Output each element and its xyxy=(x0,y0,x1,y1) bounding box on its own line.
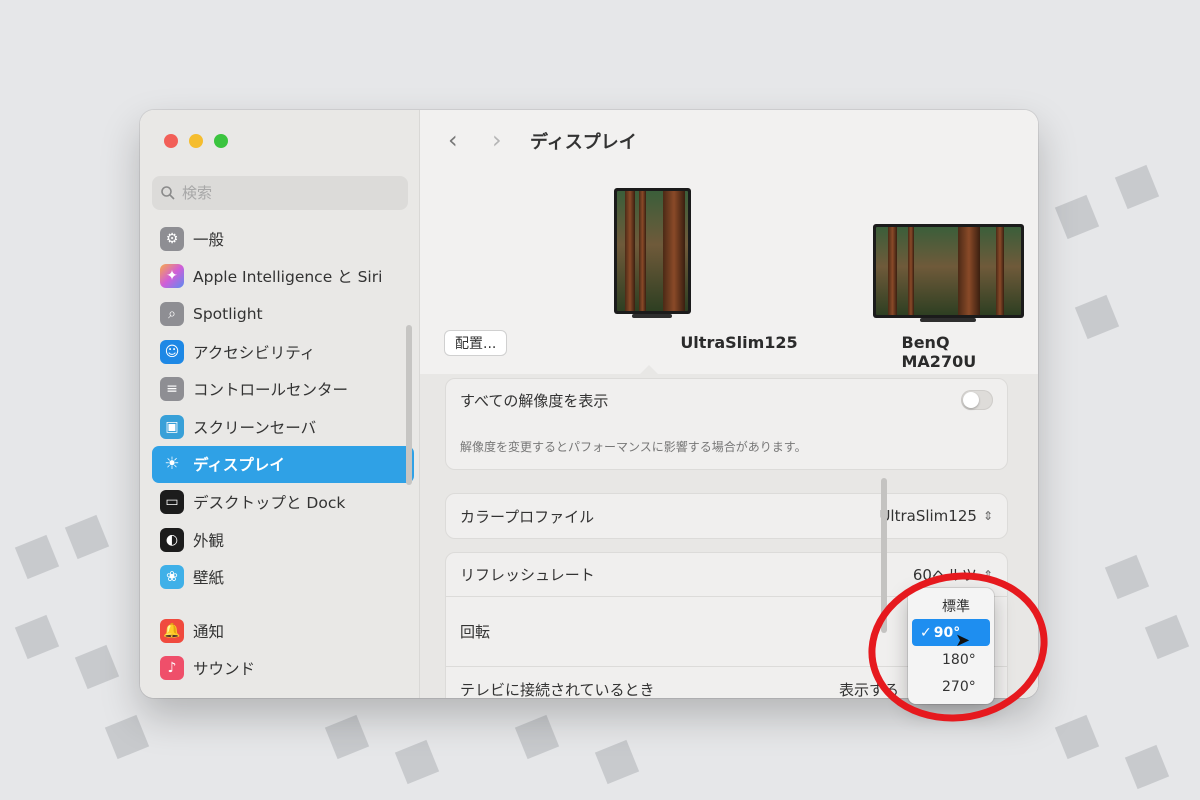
select-value: UltraSlim125 xyxy=(879,507,977,525)
sidebar-item-label: コントロールセンター xyxy=(193,381,349,400)
toolbar: ‹ › ディスプレイ xyxy=(420,110,1038,170)
row-label: すべての解像度を表示 xyxy=(460,391,609,410)
sidebar-item-label: Apple Intelligence と Siri xyxy=(193,268,383,287)
color-profile-group: カラープロファイル UltraSlim125 ⇕ xyxy=(445,493,1008,539)
toggles-icon: ≡ xyxy=(160,377,184,402)
row-label: 回転 xyxy=(460,623,491,641)
monitor-label: UltraSlim125 xyxy=(680,333,798,352)
wallpaper-preview xyxy=(876,227,1021,315)
page-title: ディスプレイ xyxy=(530,132,637,153)
sidebar-item-desktop-dock[interactable]: ▭ デスクトップと Dock xyxy=(152,483,414,521)
sidebar-separator xyxy=(152,596,414,612)
show-all-resolutions-row: すべての解像度を表示 xyxy=(446,379,1007,421)
monitor-ultraslim125[interactable] xyxy=(614,188,691,314)
resolution-group: すべての解像度を表示 解像度を変更するとパフォーマンスに影響する場合があります。 xyxy=(445,378,1008,470)
zoom-button[interactable] xyxy=(214,134,228,148)
sidebar-item-sound[interactable]: ♪ サウンド xyxy=(152,650,414,688)
sidebar-item-wallpaper[interactable]: ❀ 壁紙 xyxy=(152,558,414,596)
appearance-icon: ◐ xyxy=(160,527,184,552)
speaker-icon: ♪ xyxy=(160,656,184,681)
monitor-benq-ma270u[interactable] xyxy=(873,224,1024,318)
siri-icon: ✦ xyxy=(160,264,184,289)
chevron-updown-icon: ⇕ xyxy=(982,509,993,523)
sun-icon: ☀ xyxy=(164,454,180,475)
color-profile-row[interactable]: カラープロファイル UltraSlim125 ⇕ xyxy=(446,494,1007,538)
sidebar-item-label: デスクトップと Dock xyxy=(193,493,346,512)
color-profile-select[interactable]: UltraSlim125 ⇕ xyxy=(879,507,993,525)
search-input[interactable] xyxy=(182,184,382,202)
sidebar-item-label: 一般 xyxy=(193,230,225,249)
sidebar-item-label: 壁紙 xyxy=(193,569,225,588)
sidebar-item-label: 通知 xyxy=(193,622,225,641)
sidebar-item-displays[interactable]: ☀ ディスプレイ xyxy=(152,445,414,484)
accessibility-icon: ☺ xyxy=(160,339,184,364)
sidebar-nav: ⚙ 一般 ✦ Apple Intelligence と Siri ⌕ Spotl… xyxy=(152,220,414,687)
flower-icon: ❀ xyxy=(160,565,184,590)
selection-pointer xyxy=(640,365,658,374)
sidebar-item-accessibility[interactable]: ☺ アクセシビリティ xyxy=(152,333,414,371)
search-field[interactable] xyxy=(152,176,408,210)
sidebar-item-general[interactable]: ⚙ 一般 xyxy=(152,220,414,258)
display-arrangement: UltraSlim125 BenQ MA270U xyxy=(420,170,1038,371)
sidebar-scrollbar[interactable] xyxy=(406,325,412,485)
screensaver-icon: ▣ xyxy=(160,414,184,439)
wallpaper-preview xyxy=(617,191,688,311)
mouse-cursor-icon: ➤ xyxy=(955,630,971,651)
row-label: リフレッシュレート xyxy=(460,566,595,584)
sidebar-item-label: スクリーンセーバ xyxy=(193,418,317,437)
sidebar-item-label: 外観 xyxy=(193,531,225,550)
arrange-button[interactable]: 配置... xyxy=(444,330,508,356)
minimize-button[interactable] xyxy=(189,134,203,148)
show-all-resolutions-toggle[interactable] xyxy=(961,390,993,410)
sidebar: ⚙ 一般 ✦ Apple Intelligence と Siri ⌕ Spotl… xyxy=(140,110,420,698)
monitor-stand xyxy=(632,314,672,318)
sidebar-item-label: アクセシビリティ xyxy=(193,343,316,362)
monitor-stand xyxy=(920,318,976,322)
sidebar-item-control-center[interactable]: ≡ コントロールセンター xyxy=(152,370,414,408)
sidebar-item-apple-intelligence-siri[interactable]: ✦ Apple Intelligence と Siri xyxy=(152,258,414,296)
sidebar-item-spotlight[interactable]: ⌕ Spotlight xyxy=(152,295,414,333)
sidebar-item-label: Spotlight xyxy=(193,304,263,323)
sidebar-item-notifications[interactable]: 🔔 通知 xyxy=(152,612,414,650)
row-label: カラープロファイル xyxy=(460,507,595,526)
magnifier-icon: ⌕ xyxy=(160,301,184,326)
monitor-label: BenQ MA270U xyxy=(901,333,977,371)
gear-icon: ⚙ xyxy=(160,226,184,251)
row-note: 解像度を変更するとパフォーマンスに影響する場合があります。 xyxy=(460,440,807,454)
close-button[interactable] xyxy=(164,134,178,148)
dock-icon: ▭ xyxy=(160,489,184,514)
window-controls xyxy=(164,134,228,148)
forward-button[interactable]: › xyxy=(492,126,502,154)
back-button[interactable]: ‹ xyxy=(448,126,458,154)
row-label: テレビに接続されているとき xyxy=(460,680,655,699)
bell-icon: 🔔 xyxy=(160,618,184,643)
sidebar-item-screensaver[interactable]: ▣ スクリーンセーバ xyxy=(152,408,414,446)
search-icon xyxy=(161,186,175,200)
sidebar-item-label: ディスプレイ xyxy=(193,456,285,475)
sidebar-item-label: サウンド xyxy=(193,660,256,679)
sidebar-item-appearance[interactable]: ◐ 外観 xyxy=(152,521,414,559)
